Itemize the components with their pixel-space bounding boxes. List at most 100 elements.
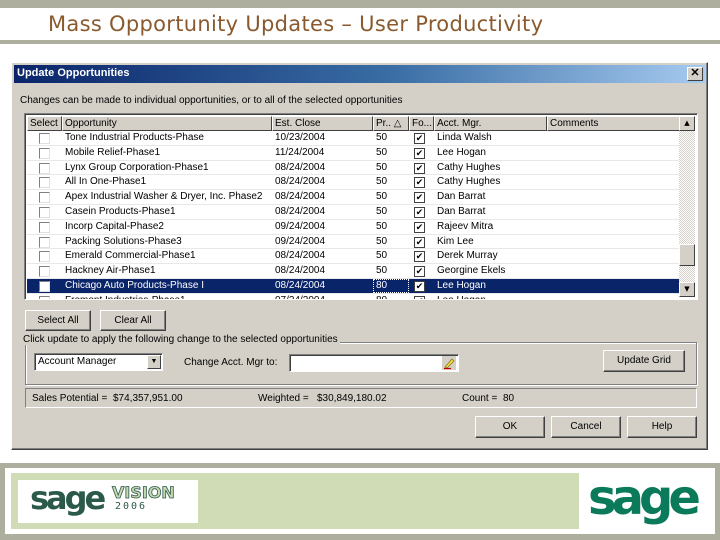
est-close-cell[interactable]: 09/24/2004 (272, 235, 373, 249)
acct-mgr-cell[interactable]: Lee Hogan (434, 279, 547, 293)
select-checkbox[interactable] (39, 251, 50, 263)
scroll-down-button[interactable]: ▼ (679, 282, 695, 297)
probability-cell[interactable]: 50 (373, 146, 409, 160)
dropdown-button[interactable]: ▼ (147, 355, 161, 369)
probability-cell[interactable]: 50 (373, 249, 409, 263)
comments-cell[interactable] (547, 205, 681, 219)
probability-cell[interactable]: 80 (373, 294, 409, 299)
probability-cell[interactable]: 50 (373, 205, 409, 219)
table-row[interactable]: Tone Industrial Products-Phase 10/23/2004… (27, 131, 681, 146)
forecast-checkbox[interactable]: ✔ (414, 280, 425, 292)
table-row[interactable]: Chicago Auto Products-Phase I 08/24/2004 8… (27, 278, 681, 294)
opportunity-cell[interactable]: Mobile Relief-Phase1 (62, 146, 272, 160)
acct-mgr-cell[interactable]: Cathy Hughes (434, 161, 547, 175)
opportunity-cell[interactable]: Casein Products-Phase1 (62, 205, 272, 219)
acct-mgr-cell[interactable]: Linda Walsh (434, 131, 547, 145)
est-close-cell[interactable]: 08/24/2004 (272, 249, 373, 263)
select-all-button[interactable]: Select All (25, 310, 91, 331)
select-checkbox[interactable] (39, 192, 50, 204)
acct-mgr-cell[interactable]: Dan Barrat (434, 205, 547, 219)
probability-cell[interactable]: 50 (373, 190, 409, 204)
column-header-comments[interactable]: Comments (547, 116, 681, 131)
comments-cell[interactable] (547, 146, 681, 160)
est-close-cell[interactable]: 08/24/2004 (272, 205, 373, 219)
opportunities-grid[interactable]: Select Opportunity Est. Close Pr.. △ Fo.… (24, 113, 698, 300)
ok-button[interactable]: OK (475, 416, 545, 438)
table-row[interactable]: Mobile Relief-Phase1 11/24/2004 50 ✔ Lee Hog… (27, 146, 681, 161)
forecast-checkbox[interactable]: ✔ (414, 206, 425, 218)
change-acct-mgr-input[interactable] (289, 354, 459, 372)
acct-mgr-cell[interactable]: Derek Murray (434, 249, 547, 263)
opportunity-cell[interactable]: Emerald Commercial-Phase1 (62, 249, 272, 263)
comments-cell[interactable] (547, 264, 681, 278)
est-close-cell[interactable]: 08/24/2004 (272, 175, 373, 189)
forecast-checkbox[interactable]: ✔ (414, 192, 425, 204)
pencil-lookup-icon[interactable] (442, 356, 456, 370)
table-row[interactable]: Emerald Commercial-Phase1 08/24/2004 50 ✔ De… (27, 249, 681, 265)
opportunity-cell[interactable]: Apex Industrial Washer & Dryer, Inc. Pha… (62, 190, 272, 204)
forecast-checkbox[interactable]: ✔ (414, 133, 425, 144)
select-checkbox[interactable] (39, 236, 50, 248)
table-row[interactable]: Hackney Air-Phase1 08/24/2004 50 ✔ Georgine … (27, 264, 681, 279)
est-close-cell[interactable]: 08/24/2004 (272, 264, 373, 278)
est-close-cell[interactable]: 11/24/2004 (272, 146, 373, 160)
probability-cell[interactable]: 50 (373, 161, 409, 175)
probability-cell[interactable]: 50 (373, 235, 409, 249)
table-row[interactable]: All In One-Phase1 08/24/2004 50 ✔ Cathy Hugh… (27, 175, 681, 191)
comments-cell[interactable] (547, 175, 681, 189)
acct-mgr-cell[interactable]: Lee Hogan (434, 146, 547, 160)
acct-mgr-cell[interactable]: Georgine Ekels (434, 264, 547, 278)
est-close-cell[interactable]: 07/24/2004 (272, 294, 373, 299)
forecast-checkbox[interactable]: ✔ (414, 177, 425, 189)
field-select-dropdown[interactable]: Account Manager ▼ (34, 353, 163, 371)
acct-mgr-cell[interactable]: Dan Barrat (434, 190, 547, 204)
forecast-checkbox[interactable]: ✔ (414, 162, 425, 174)
select-checkbox[interactable] (39, 266, 50, 278)
comments-cell[interactable] (547, 249, 681, 263)
comments-cell[interactable] (547, 294, 681, 299)
table-row[interactable]: Lynx Group Corporation-Phase1 08/24/2004 5… (27, 161, 681, 176)
grid-vertical-scrollbar[interactable]: ▲ ▼ (679, 116, 695, 297)
table-row[interactable]: Incorp Capital-Phase2 09/24/2004 50 ✔ Rajeev… (27, 220, 681, 235)
table-row[interactable]: Fremont Industries-Phase107/24/200480 ✔ Le… (27, 294, 681, 299)
comments-cell[interactable] (547, 131, 681, 145)
probability-cell[interactable]: 50 (373, 264, 409, 278)
opportunity-cell[interactable]: Incorp Capital-Phase2 (62, 220, 272, 234)
opportunity-cell[interactable]: Packing Solutions-Phase3 (62, 235, 272, 249)
acct-mgr-cell[interactable]: Kim Lee (434, 235, 547, 249)
forecast-checkbox[interactable]: ✔ (414, 266, 425, 278)
select-checkbox[interactable] (39, 221, 50, 233)
table-row[interactable]: Casein Products-Phase1 08/24/2004 50 ✔ Dan B… (27, 205, 681, 220)
table-row[interactable]: Apex Industrial Washer & Dryer, Inc. Pha… (27, 190, 681, 205)
opportunity-cell[interactable]: Tone Industrial Products-Phase (62, 131, 272, 145)
close-button[interactable]: ✕ (687, 67, 703, 81)
update-grid-button[interactable]: Update Grid (603, 350, 685, 372)
probability-cell[interactable]: 50 (373, 131, 409, 145)
clear-all-button[interactable]: Clear All (100, 310, 166, 331)
est-close-cell[interactable]: 10/23/2004 (272, 131, 373, 145)
opportunity-cell[interactable]: Hackney Air-Phase1 (62, 264, 272, 278)
probability-cell[interactable]: 50 (373, 175, 409, 189)
select-checkbox[interactable] (39, 133, 50, 144)
cancel-button[interactable]: Cancel (551, 416, 621, 438)
opportunity-cell[interactable]: Chicago Auto Products-Phase I (62, 279, 272, 293)
table-row[interactable]: Packing Solutions-Phase3 09/24/2004 50 ✔ Kim… (27, 235, 681, 250)
est-close-cell[interactable]: 08/24/2004 (272, 161, 373, 175)
column-header-probability[interactable]: Pr.. △ (373, 116, 409, 131)
column-header-opportunity[interactable]: Opportunity (62, 116, 272, 131)
comments-cell[interactable] (547, 190, 681, 204)
probability-cell[interactable]: 80 (373, 278, 409, 293)
scroll-up-button[interactable]: ▲ (679, 116, 695, 131)
column-header-acct-mgr[interactable]: Acct. Mgr. (434, 116, 547, 131)
column-header-est-close[interactable]: Est. Close (272, 116, 373, 131)
opportunity-cell[interactable]: Lynx Group Corporation-Phase1 (62, 161, 272, 175)
select-checkbox[interactable] (39, 206, 50, 218)
comments-cell[interactable] (547, 161, 681, 175)
select-checkbox[interactable] (39, 162, 50, 174)
est-close-cell[interactable]: 08/24/2004 (272, 190, 373, 204)
comments-cell[interactable] (547, 235, 681, 249)
scroll-thumb[interactable] (679, 244, 695, 266)
comments-cell[interactable] (547, 279, 681, 293)
column-header-select[interactable]: Select (27, 116, 62, 131)
est-close-cell[interactable]: 09/24/2004 (272, 220, 373, 234)
